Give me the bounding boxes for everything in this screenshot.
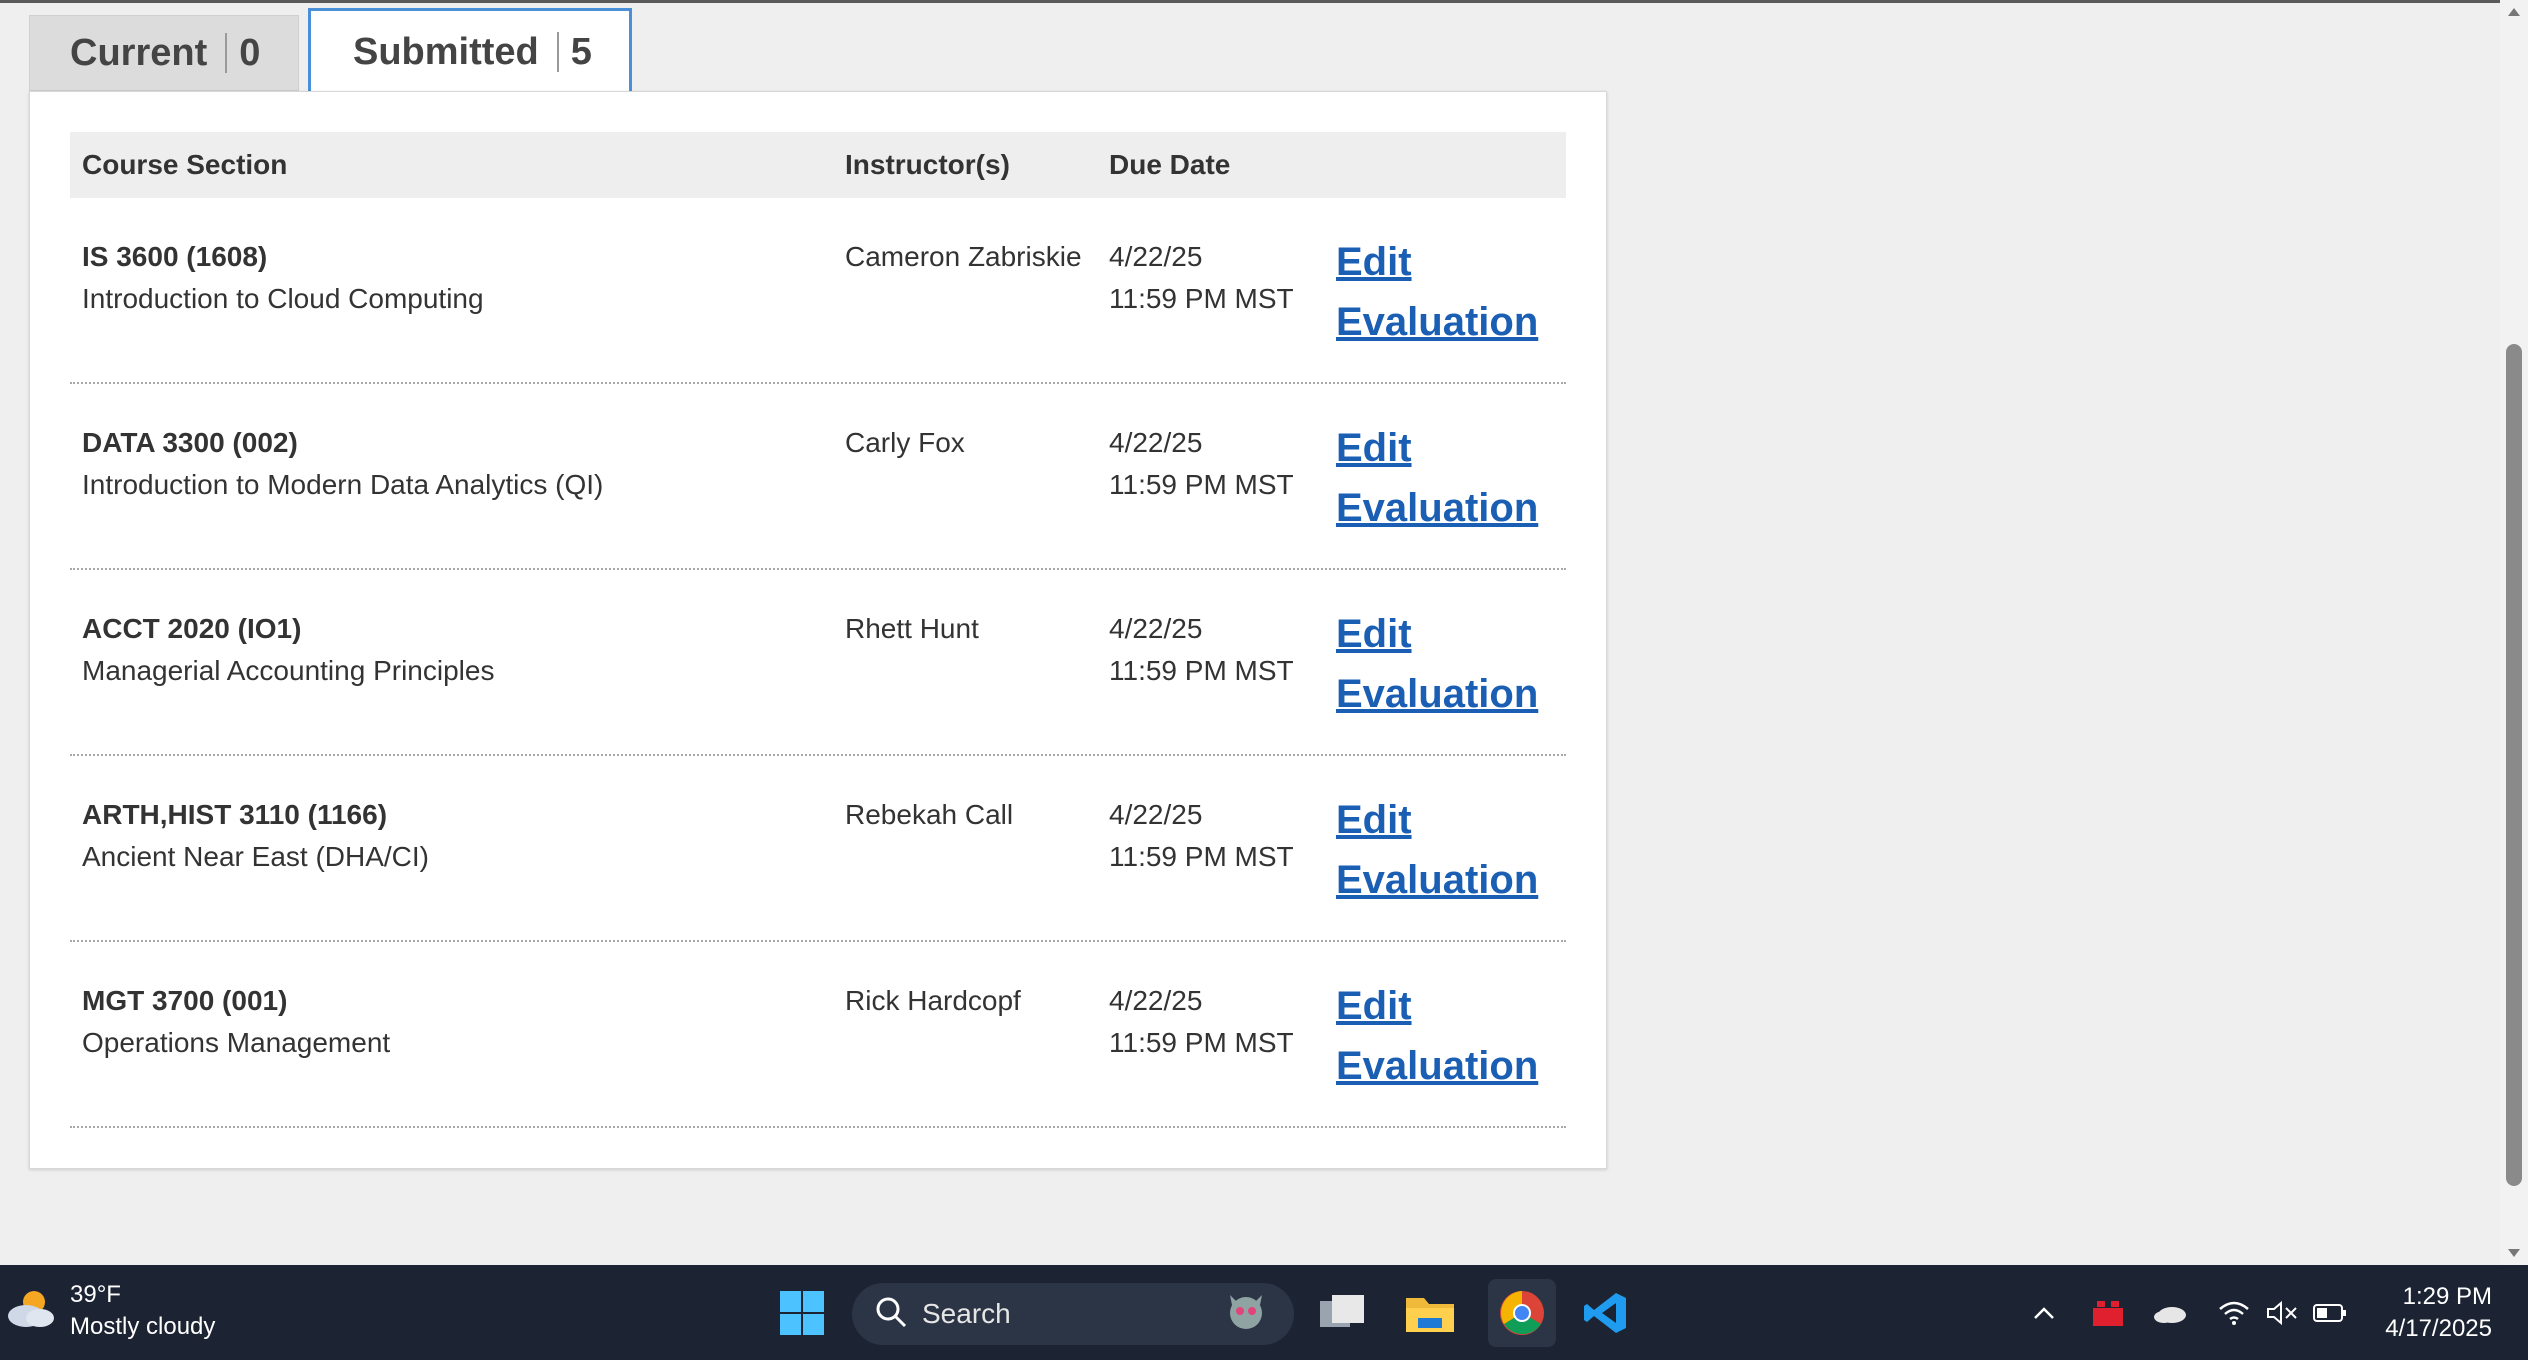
edit-link-line2: Evaluation [1336,858,1539,902]
course-code: ACCT 2020 (IO1) [82,613,302,644]
header-instructors: Instructor(s) [845,149,1010,180]
weather-cloud-icon [4,1284,60,1339]
speaker-muted-icon[interactable] [2262,1293,2302,1333]
due-time: 11:59 PM MST [1109,283,1294,314]
wifi-icon[interactable] [2214,1293,2254,1333]
instructor-name: Rhett Hunt [845,613,979,644]
edit-evaluation-link[interactable]: Edit Evaluation [1336,418,1538,538]
taskbar-search-box[interactable]: Search [852,1283,1294,1345]
course-title: Introduction to Cloud Computing [82,283,484,314]
due-time: 11:59 PM MST [1109,469,1294,500]
table-row: IS 3600 (1608) Introduction to Cloud Com… [70,198,1566,384]
battery-icon[interactable] [2310,1293,2350,1333]
due-date: 4/22/25 [1109,241,1203,272]
course-title: Ancient Near East (DHA/CI) [82,841,429,872]
due-date: 4/22/25 [1109,985,1203,1016]
due-date: 4/22/25 [1109,613,1203,644]
instructor-name: Carly Fox [845,427,965,458]
tab-current-count: 0 [225,33,260,73]
edit-link-line2: Evaluation [1336,300,1539,344]
table-header: Course Section Instructor(s) Due Date [70,132,1566,198]
instructor-name: Rick Hardcopf [845,985,1021,1016]
windows-start-icon[interactable] [774,1285,830,1341]
instructor-name: Cameron Zabriskie [845,241,1082,272]
scroll-down-arrow-icon[interactable] [2500,1241,2528,1265]
due-time: 11:59 PM MST [1109,655,1294,686]
weather-desc: Mostly cloudy [70,1313,216,1340]
taskbar-clock[interactable]: 1:29 PM 4/17/2025 [2385,1281,2492,1345]
due-time: 11:59 PM MST [1109,841,1294,872]
weather-temp: 39°F [70,1281,121,1308]
edit-link-line2: Evaluation [1336,672,1539,716]
edit-link-line2: Evaluation [1336,1044,1539,1088]
tab-submitted[interactable]: Submitted 5 [308,8,632,96]
app-tray-icon[interactable] [2088,1293,2128,1333]
scrollbar-thumb[interactable] [2506,344,2522,1186]
edit-link-line1: Edit [1336,612,1412,656]
onedrive-icon[interactable] [2150,1293,2190,1333]
course-code: ARTH,HIST 3110 (1166) [82,799,388,830]
clock-time: 1:29 PM [2402,1283,2492,1310]
table-row: ACCT 2020 (IO1) Managerial Accounting Pr… [70,570,1566,756]
due-date: 4/22/25 [1109,799,1203,830]
edit-link-line1: Edit [1336,798,1412,842]
task-view-icon[interactable] [1314,1285,1370,1341]
course-code: DATA 3300 (002) [82,427,298,458]
edit-evaluation-link[interactable]: Edit Evaluation [1336,790,1538,910]
course-title: Operations Management [82,1027,391,1058]
edit-link-line1: Edit [1336,426,1412,470]
table-row: DATA 3300 (002) Introduction to Modern D… [70,384,1566,570]
instructor-name: Rebekah Call [845,799,1014,830]
evaluations-card: Course Section Instructor(s) Due Date IS… [29,91,1607,1169]
edit-evaluation-link[interactable]: Edit Evaluation [1336,604,1538,724]
scroll-up-arrow-icon[interactable] [2500,0,2528,24]
search-icon [874,1295,908,1334]
vscode-icon[interactable] [1578,1285,1634,1341]
tab-submitted-count: 5 [556,32,592,72]
search-placeholder: Search [922,1298,1011,1329]
chevron-up-icon[interactable] [2024,1293,2064,1333]
header-due-date: Due Date [1109,149,1231,180]
chrome-icon[interactable] [1488,1279,1556,1347]
edit-link-line1: Edit [1336,984,1412,1028]
edit-evaluation-link[interactable]: Edit Evaluation [1336,232,1538,352]
course-title: Managerial Accounting Principles [82,655,495,686]
edit-evaluation-link[interactable]: Edit Evaluation [1336,976,1538,1096]
tab-submitted-label: Submitted [353,30,539,73]
due-date: 4/22/25 [1109,427,1203,458]
course-title: Introduction to Modern Data Analytics (Q… [82,469,604,500]
table-row: MGT 3700 (001) Operations Management Ric… [70,942,1566,1128]
search-highlight-icon [1220,1289,1272,1340]
due-time: 11:59 PM MST [1109,1027,1294,1058]
page-viewport: Current 0 Submitted 5 Course Section Ins… [0,3,2500,1265]
clock-date: 4/17/2025 [2385,1315,2492,1342]
edit-link-line1: Edit [1336,240,1412,284]
vertical-scrollbar[interactable] [2500,0,2528,1265]
tab-current[interactable]: Current 0 [29,15,299,91]
tab-current-label: Current [70,31,208,74]
weather-widget[interactable]: 39°F Mostly cloudy [4,1279,215,1343]
file-explorer-icon[interactable] [1402,1285,1458,1341]
course-code: IS 3600 (1608) [82,241,268,272]
table-row: ARTH,HIST 3110 (1166) Ancient Near East … [70,756,1566,942]
taskbar: 39°F Mostly cloudy Search 1:29 PM 4/17/2… [0,1265,2528,1360]
course-code: MGT 3700 (001) [82,985,288,1016]
edit-link-line2: Evaluation [1336,486,1539,530]
header-course-section: Course Section [82,149,288,180]
